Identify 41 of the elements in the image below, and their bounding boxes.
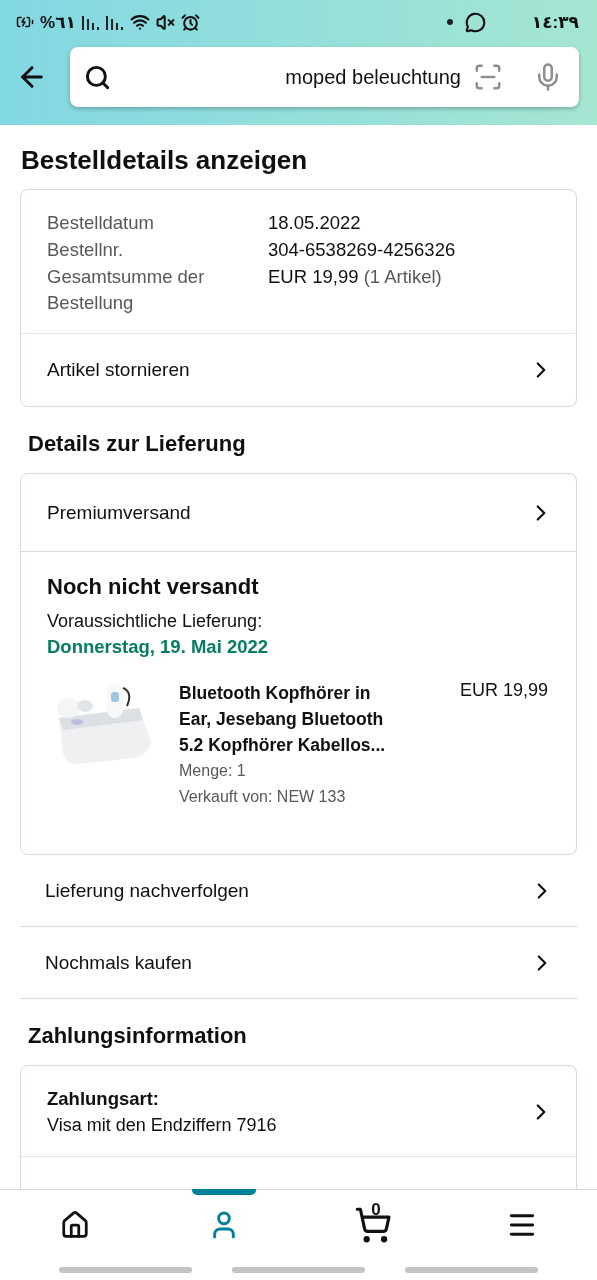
action-row[interactable]: Nochmals kaufen	[20, 927, 577, 999]
clock: ١٤:٣٩	[531, 11, 579, 33]
product-title[interactable]: Bluetooth Kopfhörer in Ear, Jesebang Bluetooth 5.2 Kopfhörer Kabellos...	[179, 680, 405, 758]
field-label: Bestellnr.	[47, 238, 125, 262]
page-title: Bestelldetails anzeigen	[21, 145, 309, 176]
signal-icon	[105, 14, 124, 30]
quantity: Menge: 1	[179, 761, 247, 781]
search-field[interactable]: moped beleuchtung	[70, 47, 579, 107]
field-label: Gesamtsumme der Bestellung	[47, 265, 206, 315]
seller: Verkauft von: NEW 133	[179, 787, 347, 807]
field-value: 18.05.2022	[268, 211, 362, 235]
nav-tab[interactable]: 0	[298, 1190, 448, 1259]
signal-icon	[81, 14, 100, 30]
notification-dot	[446, 19, 453, 25]
cart-icon	[354, 1205, 393, 1244]
action-row[interactable]: Lieferung nachverfolgen	[20, 855, 577, 927]
delivery-label: Voraussichtliche Lieferung:	[47, 610, 264, 633]
alarm-icon	[180, 12, 200, 32]
item-price: EUR 19,99	[459, 680, 549, 702]
cancel-items-row[interactable]: Artikel stornieren	[21, 334, 576, 406]
field-label: Bestelldatum	[47, 211, 155, 235]
search-text: moped beleuchtung	[284, 65, 461, 89]
camera-scan-button[interactable]	[473, 62, 503, 92]
field-value: EUR 19,99 (1 Artikel)	[268, 265, 443, 289]
shipping-row[interactable]: Premiumversand	[21, 474, 576, 551]
search-icon	[84, 63, 111, 91]
section-heading: Details zur Lieferung	[28, 431, 247, 457]
mute-icon	[155, 12, 175, 32]
shipment-status: Noch nicht versandt	[47, 574, 260, 600]
section-heading: Zahlungsinformation	[28, 1023, 248, 1049]
chat-icon	[464, 11, 486, 33]
battery-percent: %٦١	[40, 11, 76, 33]
field-value: 304-6538269-4256326	[268, 238, 457, 262]
cart-count: 0	[371, 1199, 381, 1220]
gesture-bar[interactable]	[59, 1266, 192, 1273]
gesture-bar[interactable]	[405, 1266, 538, 1273]
payment-method-row[interactable]: Zahlungsart: Visa mit den Endziffern 7916	[21, 1066, 576, 1157]
home-icon	[59, 1209, 90, 1240]
delivery-date: Donnerstag, 19. Mai 2022	[47, 635, 270, 659]
gesture-bar[interactable]	[232, 1266, 365, 1273]
wifi-icon	[129, 12, 150, 32]
